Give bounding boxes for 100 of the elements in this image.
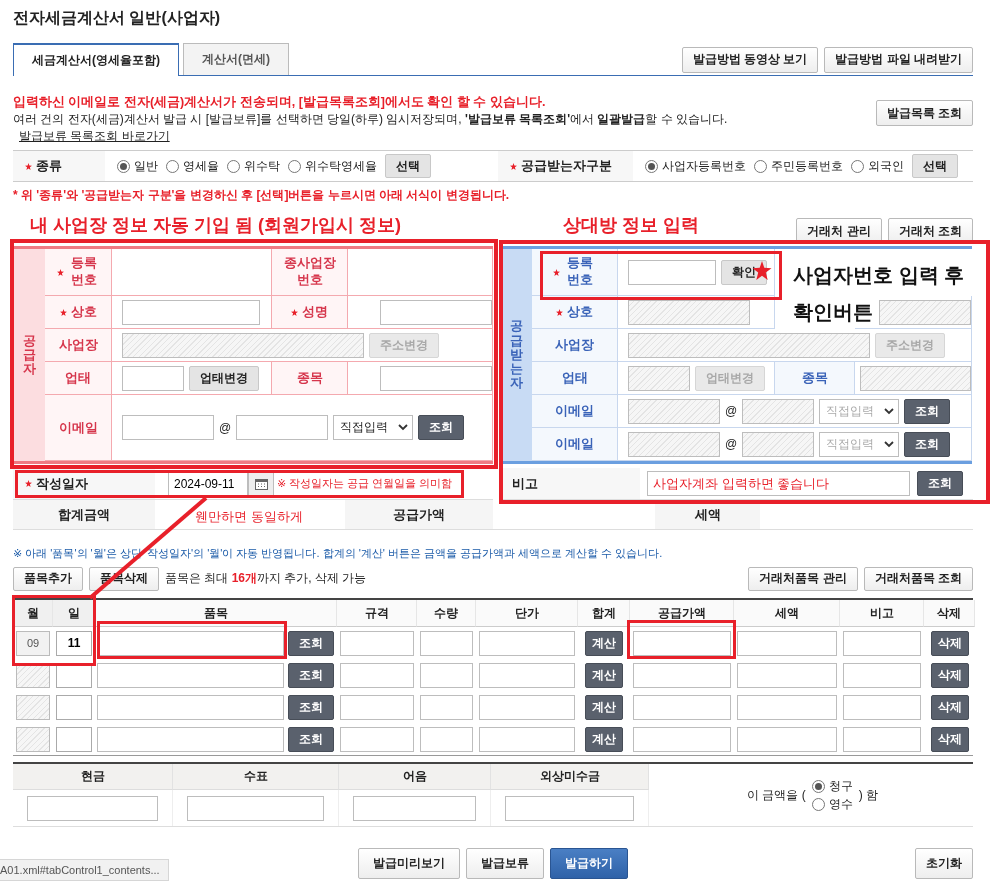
supply-amount-field[interactable] — [633, 726, 731, 752]
lookup-button[interactable]: 조회 — [288, 694, 334, 720]
tax-field[interactable] — [737, 694, 837, 720]
lookup-button[interactable]: 조회 — [917, 471, 963, 496]
business-type-field[interactable] — [628, 365, 690, 391]
spec-field[interactable] — [340, 726, 414, 752]
unit-price-field[interactable] — [479, 662, 575, 688]
domain-select[interactable]: 직접입력 — [333, 415, 414, 440]
confirm-button[interactable]: 확인 — [721, 259, 767, 285]
radio-option[interactable]: 외국인 — [851, 157, 904, 175]
day-field[interactable] — [56, 694, 92, 720]
spec-field[interactable] — [340, 694, 414, 720]
item-name-field[interactable] — [97, 662, 284, 688]
email-field[interactable] — [122, 415, 214, 440]
tab[interactable]: 계산서(면세) — [183, 43, 289, 75]
company-field[interactable] — [122, 299, 260, 325]
delete-button[interactable]: 삭제 — [930, 726, 969, 752]
email-field[interactable] — [628, 431, 720, 457]
unit-price-field[interactable] — [479, 694, 575, 720]
month-field[interactable]: 09 — [16, 630, 50, 656]
business-type-field[interactable] — [122, 365, 184, 391]
spec-field[interactable] — [340, 662, 414, 688]
delete-button[interactable]: 삭제 — [930, 662, 969, 688]
add-item-button[interactable]: 품목추가 — [13, 566, 83, 591]
radio-option[interactable]: 청구 — [811, 777, 853, 795]
supply-amount-field[interactable] — [633, 694, 731, 720]
help-button[interactable]: 발급방법 파일 내려받기 — [824, 46, 973, 73]
action-button[interactable]: 발급보류 — [466, 848, 544, 879]
annotation-text: 상대방 정보 입력 — [563, 214, 699, 237]
payment-field[interactable] — [505, 795, 634, 821]
delete-button[interactable]: 삭제 — [930, 694, 969, 720]
radio-option[interactable]: 위수탁영세율 — [288, 157, 377, 175]
tax-field[interactable] — [737, 662, 837, 688]
remark-field[interactable] — [843, 630, 921, 656]
supply-amount-field[interactable] — [633, 662, 731, 688]
spec-field[interactable] — [340, 630, 414, 656]
address-field[interactable] — [122, 332, 364, 358]
lookup-button[interactable]: 조회 — [288, 726, 334, 752]
quantity-field[interactable] — [420, 726, 473, 752]
radio-option[interactable]: 위수탁 — [227, 157, 280, 175]
name-field[interactable] — [879, 299, 971, 325]
domain-field[interactable] — [236, 415, 329, 440]
select-button[interactable]: 선택 — [912, 154, 958, 178]
day-field[interactable]: 11 — [56, 630, 92, 656]
item-name-field[interactable] — [97, 726, 284, 752]
item-name-field[interactable] — [97, 630, 284, 656]
help-button[interactable]: 발급방법 동영상 보기 — [681, 46, 819, 73]
calculate-button[interactable]: 계산 — [585, 630, 623, 656]
domain-field[interactable] — [742, 431, 815, 457]
remark-field[interactable]: 사업자계좌 입력하면 좋습니다 — [647, 471, 910, 496]
radio-option[interactable]: 일반 — [117, 157, 158, 175]
tax-field[interactable] — [737, 726, 837, 752]
item-field[interactable] — [860, 365, 971, 391]
unit-price-field[interactable] — [479, 726, 575, 752]
item-field[interactable] — [380, 365, 492, 391]
quantity-field[interactable] — [420, 694, 473, 720]
action-button[interactable]: 발급하기 — [550, 848, 628, 879]
unit-price-field[interactable] — [479, 630, 575, 656]
issued-list-button[interactable]: 발급목록 조회 — [875, 100, 973, 126]
email-field[interactable] — [628, 398, 720, 424]
calculate-button[interactable]: 계산 — [585, 694, 623, 720]
business-type-button[interactable]: 업태변경 — [189, 365, 259, 391]
lookup-button[interactable]: 조회 — [288, 662, 334, 688]
name-field[interactable] — [380, 299, 492, 325]
quantity-field[interactable] — [420, 662, 473, 688]
supply-amount-field[interactable] — [633, 630, 731, 656]
radio-option[interactable]: 주민등록번호 — [754, 157, 843, 175]
registration-field[interactable] — [628, 259, 716, 285]
quantity-field[interactable] — [420, 630, 473, 656]
remark-field[interactable] — [843, 662, 921, 688]
calculate-button[interactable]: 계산 — [585, 726, 623, 752]
address-field[interactable] — [628, 332, 870, 358]
at-sign: @ — [219, 420, 232, 435]
month-field[interactable] — [16, 726, 50, 752]
item-name-field[interactable] — [97, 694, 284, 720]
partner-item-button[interactable]: 거래처품목 관리 — [748, 566, 858, 591]
lookup-button[interactable]: 조회 — [418, 415, 465, 440]
reset-button[interactable]: 초기화 — [915, 848, 973, 879]
remark-field[interactable] — [843, 726, 921, 752]
partner-item-button[interactable]: 거래처품목 조회 — [863, 566, 973, 591]
action-button[interactable]: 발급미리보기 — [358, 848, 460, 879]
remark-field[interactable] — [843, 694, 921, 720]
payment-field[interactable] — [353, 795, 476, 821]
radio-option[interactable]: 사업자등록번호 — [645, 157, 746, 175]
payment-field[interactable] — [187, 795, 324, 821]
radio-option[interactable]: 영수 — [811, 795, 853, 813]
shortcut-link[interactable]: 발급보류 목록조회 바로가기 — [19, 128, 170, 145]
lookup-button[interactable]: 조회 — [904, 398, 951, 424]
tab[interactable]: 세금계산서(영세율포함) — [13, 43, 179, 76]
lookup-button[interactable]: 조회 — [288, 630, 334, 656]
day-field[interactable] — [56, 726, 92, 752]
calculate-button[interactable]: 계산 — [585, 662, 623, 688]
select-button[interactable]: 선택 — [385, 154, 431, 178]
month-field[interactable] — [16, 694, 50, 720]
domain-field[interactable] — [742, 398, 815, 424]
payment-field[interactable] — [27, 795, 158, 821]
lookup-button[interactable]: 조회 — [904, 431, 951, 457]
radio-option[interactable]: 영세율 — [166, 157, 219, 175]
delete-button[interactable]: 삭제 — [930, 630, 969, 656]
tax-field[interactable] — [737, 630, 837, 656]
